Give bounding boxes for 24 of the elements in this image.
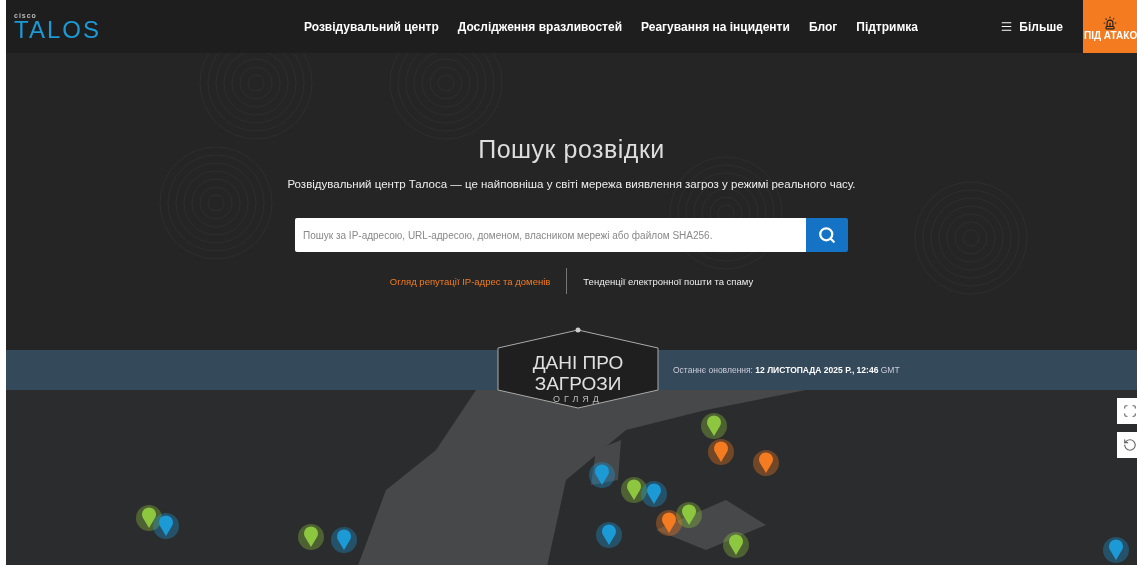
- search-field[interactable]: Пошук за IP-адресою, URL-адресою, доменом, власником мережі або файлом SHA256.: [295, 218, 806, 252]
- hero-link[interactable]: Тенденції електронної пошти та спаму: [583, 275, 754, 287]
- nav-link[interactable]: Блог: [808, 19, 838, 34]
- nav-link[interactable]: Підтримка: [856, 19, 918, 34]
- menu-icon: [1000, 20, 1014, 33]
- search-button[interactable]: [806, 218, 848, 252]
- logo[interactable]: TALOS: [14, 19, 304, 41]
- hero-link[interactable]: Огляд репутації IP-адрес та доменів: [389, 275, 551, 287]
- nav-link[interactable]: Розвідувальний центр: [304, 19, 439, 34]
- page-title: Пошук розвідки: [478, 135, 665, 164]
- badge-title: ЗАГРОЗИ: [534, 373, 622, 394]
- nav-link[interactable]: Дослідження вразливостей: [457, 19, 623, 34]
- reset-button[interactable]: [1117, 432, 1137, 458]
- badge-title: ДАНІ ПРО: [532, 352, 624, 373]
- badge-subtitle: ОГЛЯД: [553, 394, 603, 404]
- siren-icon: [1103, 16, 1117, 30]
- nav-link[interactable]: Реагування на інциденти: [641, 19, 790, 34]
- fullscreen-button[interactable]: [1117, 398, 1137, 424]
- search-icon: [818, 226, 836, 244]
- last-updated: Останнє оновлення: 12 ЛИСТОПАДА 2025 Р., 12:46 GMT: [673, 365, 900, 375]
- reset-icon: [1123, 438, 1137, 452]
- fullscreen-icon: [1123, 404, 1137, 418]
- more-menu[interactable]: Більше: [1000, 19, 1063, 34]
- subtitle: Розвідувальний центр Талоса — це найповніша у світі мережа виявлення загроз у режимі реального часу.: [287, 178, 856, 190]
